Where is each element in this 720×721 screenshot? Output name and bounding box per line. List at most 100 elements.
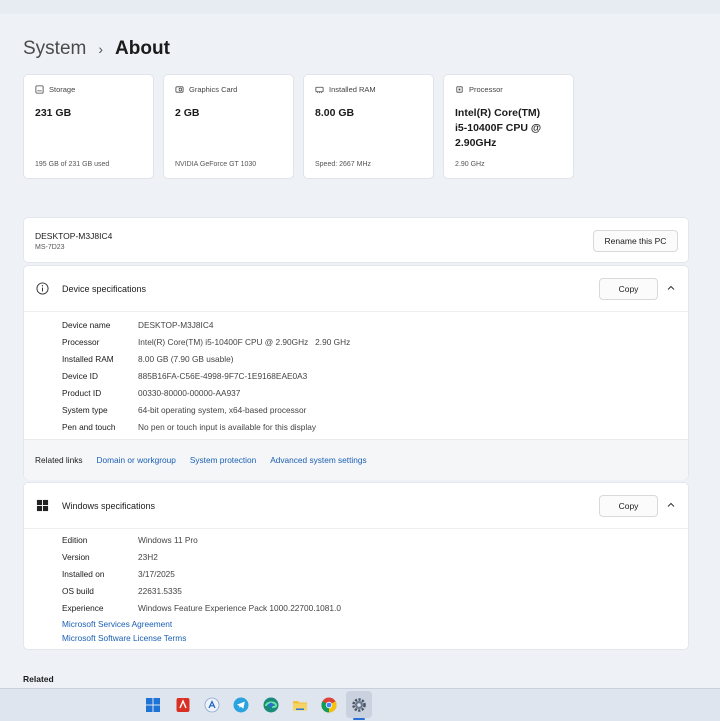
spec-row: Product ID 00330-80000-00000-AA937 [62,384,350,401]
card-sub: 2.90 GHz [455,161,485,168]
spec-key: Edition [62,534,88,545]
card-sub: 195 GB of 231 GB used [35,161,110,168]
spec-row: Edition Windows 11 Pro [62,531,341,548]
spec-value: DESKTOP-M3J8IC4 [138,319,214,330]
pc-model: MS-7D23 [35,244,65,251]
graphics-card-card[interactable]: Graphics Card 2 GB NVIDIA GeForce GT 103… [163,74,294,179]
spec-key: OS build [62,585,94,596]
settings-icon[interactable] [350,696,368,714]
spec-key: Device name [62,319,111,330]
spec-row: Installed RAM 8.00 GB (7.90 GB usable) [62,350,350,367]
card-value: 231 GB [35,107,72,119]
pdf-app-icon[interactable] [174,696,192,714]
card-value-line: Intel(R) Core(TM) [455,107,541,119]
spec-value: 8.00 GB (7.90 GB usable) [138,353,234,364]
storage-icon [35,85,44,94]
card-header: Storage [35,85,142,94]
device-specifications-header[interactable]: Device specifications Copy [24,266,688,311]
spec-row: Pen and touch No pen or touch input is av… [62,418,350,435]
section-title: Windows specifications [62,501,156,511]
storage-card[interactable]: Storage 231 GB 195 GB of 231 GB used [23,74,154,179]
divider [24,528,688,529]
summary-cards: Storage 231 GB 195 GB of 231 GB used Gra… [23,74,574,179]
spec-value: Windows Feature Experience Pack 1000.227… [138,602,341,613]
copy-device-specs-button[interactable]: Copy [599,278,658,300]
card-header: Processor [455,85,562,94]
spec-row: Installed on 3/17/2025 [62,565,341,582]
device-spec-rows: Device name DESKTOP-M3J8IC4 Processor Inte… [62,316,350,435]
spec-row: System type 64-bit operating system, x64-… [62,401,350,418]
windows-links: Microsoft Services Agreement Microsoft S… [62,617,186,645]
spec-value: No pen or touch input is available for t… [138,421,317,432]
related-heading: Related [23,674,54,684]
spec-value: 3/17/2025 [138,568,175,579]
info-icon [36,282,49,295]
window-top-frame [0,0,720,14]
microsoft-services-agreement-link[interactable]: Microsoft Services Agreement [62,617,186,631]
card-value: 2 GB [175,107,200,119]
spec-key: Product ID [62,387,102,398]
telegram-icon[interactable] [232,696,250,714]
page-title: About [115,38,170,59]
spec-row: Device ID 885B16FA-C56E-4998-9F7C-1E9168E… [62,367,350,384]
ram-card[interactable]: Installed RAM 8.00 GB Speed: 2667 MHz [303,74,434,179]
card-value: 8.00 GB [315,107,355,119]
spec-row: Device name DESKTOP-M3J8IC4 [62,316,350,333]
spec-value: Intel(R) Core(TM) i5-10400F CPU @ 2.90GH… [138,336,351,347]
copy-windows-specs-button[interactable]: Copy [599,495,658,517]
device-specifications-panel: Device specifications Copy Device name DE… [23,265,689,480]
breadcrumb-separator: › [98,41,104,57]
card-label: Graphics Card [189,85,238,94]
app-store-icon[interactable] [203,696,221,714]
spec-key: Processor [62,336,100,347]
section-title: Device specifications [62,284,147,294]
spec-row: Experience Windows Feature Experience Pac… [62,599,341,616]
taskbar [0,688,720,721]
edge-icon[interactable] [262,696,280,714]
spec-key: Pen and touch [62,421,116,432]
spec-key: Experience [62,602,104,613]
card-header: Graphics Card [175,85,282,94]
spec-key: Installed RAM [62,353,114,364]
pc-name: DESKTOP-M3J8IC4 [35,231,113,241]
card-label: Processor [469,85,503,94]
card-label: Installed RAM [329,85,376,94]
system-protection-link[interactable]: System protection [190,455,256,465]
spec-value: 23H2 [138,551,158,562]
chrome-icon[interactable] [320,696,338,714]
divider [24,311,688,312]
spec-row: OS build 22631.5335 [62,582,341,599]
graphics-card-icon [175,86,184,93]
processor-icon [456,86,463,93]
breadcrumb: System › About [23,38,170,60]
breadcrumb-system[interactable]: System [23,38,86,60]
windows-logo-icon [36,499,49,512]
spec-value: Windows 11 Pro [138,534,198,545]
related-links-label: Related links [35,455,83,465]
windows-specifications-panel: Windows specifications Copy Edition Windo… [23,482,689,650]
spec-value: 22631.5335 [138,585,182,596]
card-value-line: i5-10400F CPU @ [455,122,542,134]
processor-card[interactable]: Processor Intel(R) Core(TM) i5-10400F CP… [443,74,574,179]
card-header: Installed RAM [315,85,422,94]
domain-or-workgroup-link[interactable]: Domain or workgroup [97,455,176,465]
spec-key: Version [62,551,90,562]
spec-value: 64-bit operating system, x64-based proce… [138,404,307,415]
advanced-system-settings-link[interactable]: Advanced system settings [270,455,366,465]
windows-specifications-header[interactable]: Windows specifications Copy [24,483,688,528]
card-sub: NVIDIA GeForce GT 1030 [175,161,257,168]
spec-key: Device ID [62,370,98,381]
windows-start-icon[interactable] [144,696,162,714]
rename-pc-button[interactable]: Rename this PC [593,230,678,252]
spec-value: 885B16FA-C56E-4998-9F7C-1E9168EAE0A3 [138,370,308,381]
spec-row: Processor Intel(R) Core(TM) i5-10400F CPU… [62,333,350,350]
pc-name-panel: DESKTOP-M3J8IC4 MS-7D23 Rename this PC [23,217,689,263]
card-label: Storage [49,85,76,94]
chevron-up-icon[interactable] [666,283,676,293]
file-explorer-icon[interactable] [291,696,309,714]
spec-key: Installed on [62,568,105,579]
microsoft-software-license-terms-link[interactable]: Microsoft Software License Terms [62,631,186,645]
card-value-line: 2.90GHz [455,137,497,149]
related-links-bar: Related links Domain or workgroup System… [24,439,688,480]
chevron-up-icon[interactable] [666,500,676,510]
